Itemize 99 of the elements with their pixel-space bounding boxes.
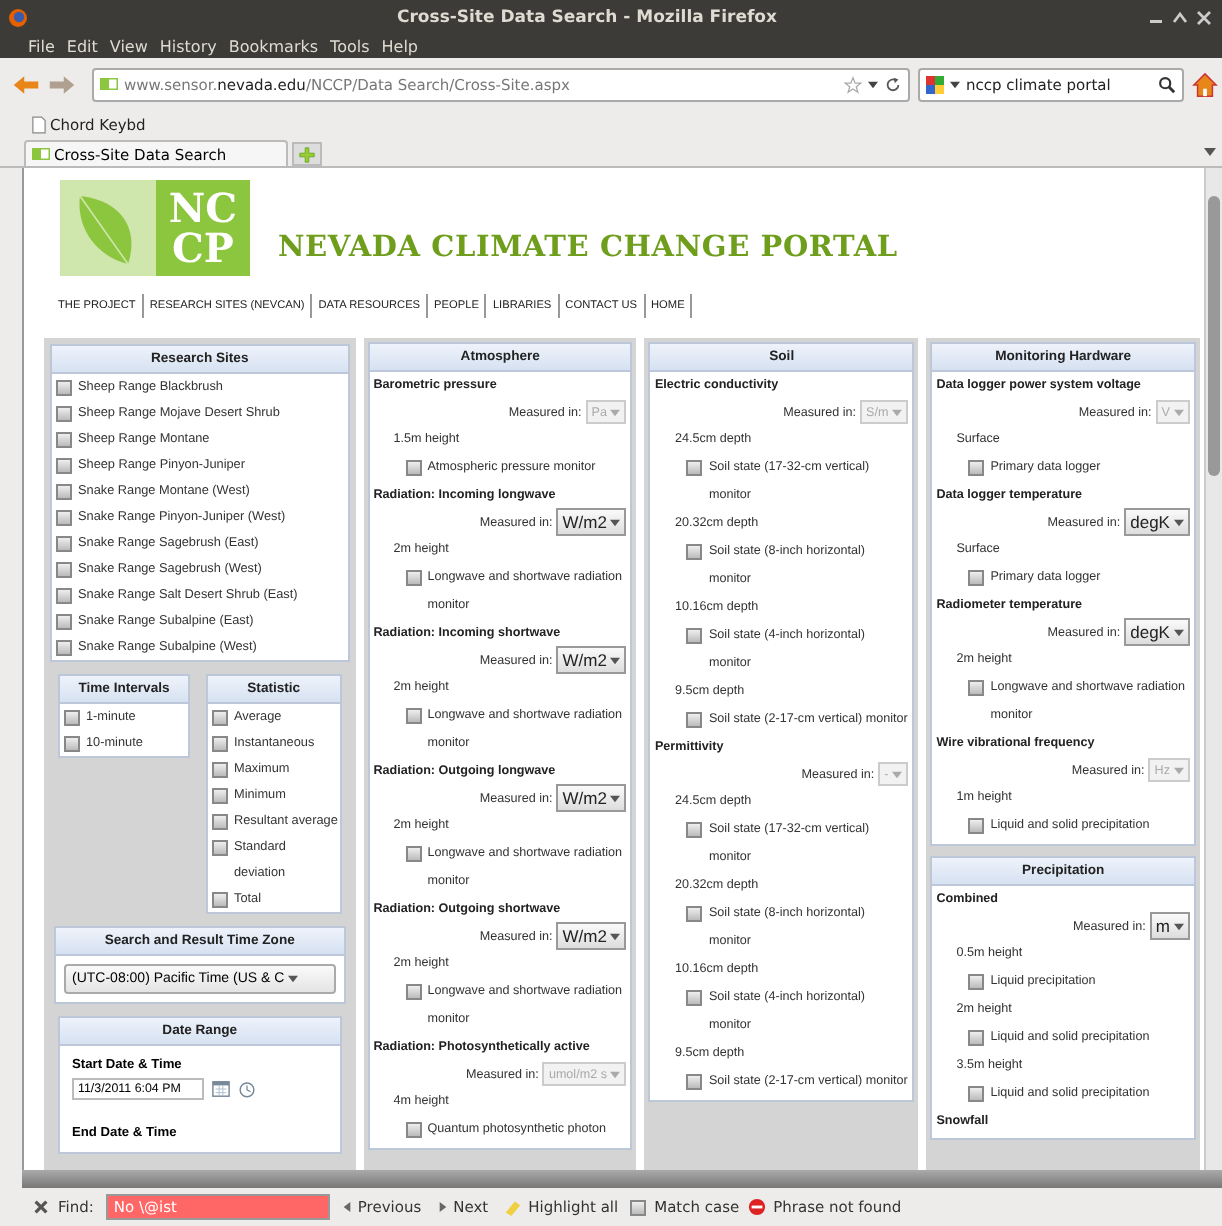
- checkbox[interactable]: [56, 379, 72, 395]
- menu-item[interactable]: Bookmarks: [228, 37, 319, 55]
- checkbox[interactable]: [405, 1122, 422, 1138]
- checkbox[interactable]: [56, 405, 72, 421]
- maximize-icon[interactable]: [1170, 7, 1190, 27]
- unit-dropdown[interactable]: degK: [1124, 508, 1190, 536]
- checkbox[interactable]: [212, 892, 228, 908]
- checkbox[interactable]: [212, 736, 228, 752]
- checkbox[interactable]: [968, 818, 985, 834]
- checkbox[interactable]: [56, 509, 72, 525]
- forward-arrow-icon[interactable]: [48, 73, 76, 95]
- checkbox[interactable]: [405, 846, 422, 862]
- site-favicon-icon: [32, 148, 50, 160]
- unit-dropdown[interactable]: W/m2: [556, 508, 627, 536]
- menu-item[interactable]: History: [159, 37, 217, 55]
- back-arrow-icon[interactable]: [12, 73, 40, 95]
- checkbox[interactable]: [968, 1086, 985, 1102]
- clock-icon[interactable]: [238, 1080, 256, 1098]
- caret-icon: [610, 655, 621, 665]
- site-favicon-icon: [100, 78, 118, 90]
- reload-icon[interactable]: [884, 75, 902, 93]
- caret-icon: [610, 793, 621, 803]
- checkbox[interactable]: [56, 639, 72, 655]
- leaf-icon: [60, 180, 156, 276]
- checkbox[interactable]: [56, 535, 72, 551]
- star-icon[interactable]: [844, 75, 862, 93]
- caret-icon: [892, 769, 903, 779]
- plus-icon: [298, 145, 316, 163]
- checkbox[interactable]: [686, 1074, 703, 1090]
- caret-icon: [288, 974, 299, 984]
- checkbox[interactable]: [56, 483, 72, 499]
- checkbox[interactable]: [405, 460, 422, 476]
- vertical-scrollbar[interactable]: [1204, 168, 1222, 1170]
- unit-dropdown[interactable]: m: [1149, 912, 1190, 940]
- checkbox[interactable]: [686, 460, 703, 476]
- search-engine-icon[interactable]: [926, 75, 944, 93]
- caret-icon: [610, 1069, 621, 1079]
- caret-icon: [610, 517, 621, 527]
- calendar-icon[interactable]: [212, 1080, 230, 1098]
- unit-dropdown[interactable]: degK: [1124, 618, 1190, 646]
- checkbox[interactable]: [968, 570, 985, 586]
- checkbox[interactable]: [968, 680, 985, 696]
- checkbox[interactable]: [56, 561, 72, 577]
- menu-item[interactable]: Help: [381, 37, 419, 55]
- unit-dropdown[interactable]: W/m2: [556, 784, 627, 812]
- checkbox[interactable]: [56, 613, 72, 629]
- menu-item[interactable]: Tools: [330, 37, 370, 55]
- caret-icon: [1173, 765, 1184, 775]
- caret-icon: [1173, 921, 1184, 931]
- dropdown-caret-icon[interactable]: [868, 79, 878, 89]
- checkbox[interactable]: [968, 460, 985, 476]
- checkbox[interactable]: [64, 735, 80, 751]
- checkbox[interactable]: [405, 570, 422, 586]
- checkbox[interactable]: [64, 709, 80, 725]
- checkbox[interactable]: [686, 544, 703, 560]
- caret-icon: [610, 407, 621, 417]
- caret-icon: [610, 931, 621, 941]
- menu-item[interactable]: Edit: [66, 37, 98, 55]
- unit-dropdown[interactable]: W/m2: [556, 646, 627, 674]
- unit-dropdown[interactable]: W/m2: [556, 922, 627, 950]
- caret-icon: [1173, 627, 1184, 637]
- close-icon[interactable]: [32, 1198, 50, 1216]
- checkbox[interactable]: [686, 822, 703, 838]
- checkbox[interactable]: [686, 906, 703, 922]
- home-icon[interactable]: [1192, 71, 1218, 97]
- checkbox[interactable]: [212, 814, 228, 830]
- new-tab-button[interactable]: [292, 142, 322, 166]
- right-triangle-icon: [437, 1202, 448, 1212]
- checkbox[interactable]: [405, 984, 422, 1000]
- checkbox[interactable]: [405, 708, 422, 724]
- search-icon[interactable]: [1158, 75, 1176, 93]
- checkbox[interactable]: [56, 587, 72, 603]
- highlighter-icon: [504, 1198, 523, 1216]
- caret-icon: [892, 407, 903, 417]
- checkbox[interactable]: [212, 840, 228, 856]
- browser-logo-icon: [8, 7, 28, 27]
- checkbox[interactable]: [686, 628, 703, 644]
- caret-icon: [1173, 517, 1184, 527]
- left-triangle-icon: [341, 1202, 352, 1212]
- menu-item[interactable]: View: [109, 37, 148, 55]
- error-icon: [747, 1198, 766, 1216]
- checkbox[interactable]: [212, 710, 228, 726]
- checkbox[interactable]: [212, 762, 228, 778]
- checkbox[interactable]: [630, 1199, 647, 1215]
- checkbox[interactable]: [968, 974, 985, 990]
- tab-list-caret-icon[interactable]: [1204, 146, 1216, 158]
- checkbox[interactable]: [56, 431, 72, 447]
- horizontal-scrollbar[interactable]: [22, 1170, 1222, 1188]
- checkbox[interactable]: [686, 990, 703, 1006]
- page-icon: [32, 115, 46, 133]
- checkbox[interactable]: [968, 1030, 985, 1046]
- window-title: Cross-Site Data Search - Mozilla Firefox: [394, 7, 780, 27]
- checkbox[interactable]: [686, 712, 703, 728]
- checkbox[interactable]: [212, 788, 228, 804]
- checkbox[interactable]: [56, 457, 72, 473]
- site-title: NEVADA CLIMATE CHANGE PORTAL: [278, 230, 898, 264]
- caret-icon: [1173, 407, 1184, 417]
- menu-item[interactable]: File: [28, 37, 55, 55]
- dropdown-caret-icon[interactable]: [950, 79, 960, 89]
